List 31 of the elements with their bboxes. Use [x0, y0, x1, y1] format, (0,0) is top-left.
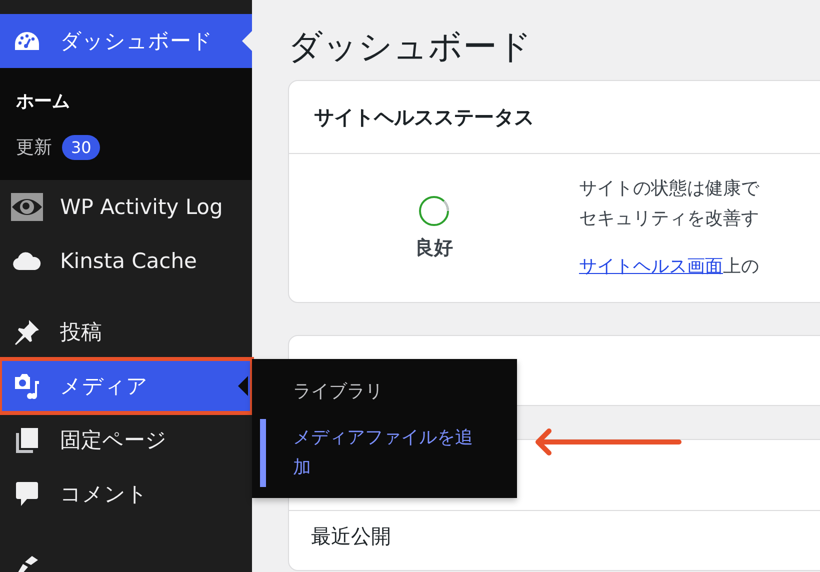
submenu-label: 更新 — [16, 136, 52, 159]
site-health-link[interactable]: サイトヘルス画面 — [579, 256, 723, 277]
card-title: サイトヘルスステータス — [314, 104, 534, 130]
sidebar-menu-item[interactable]: メディア — [0, 359, 252, 413]
pin-icon — [14, 319, 40, 345]
gauge-icon — [14, 31, 40, 51]
page-title: ダッシュボード — [288, 26, 533, 69]
sidebar-menu-item[interactable]: ダッシュボード — [0, 14, 252, 68]
submenu-label: ホーム — [16, 90, 70, 113]
sidebar-menu-item[interactable]: WP Activity Log — [0, 180, 252, 234]
health-ring-icon — [418, 195, 450, 227]
cloud-icon — [13, 252, 41, 270]
section-label: 最近公開 — [310, 523, 392, 550]
comment-icon — [15, 481, 39, 507]
sidebar-menu-item[interactable]: Kinsta Cache — [0, 234, 252, 288]
sidebar-menu-item[interactable]: 投稿 — [0, 305, 252, 359]
link-suffix-text: 上の — [723, 256, 759, 277]
health-status-label: 良好 — [415, 236, 453, 261]
submenu-item[interactable]: 更新 30 — [0, 124, 252, 170]
health-description: サイトの状態は健康で — [579, 177, 759, 201]
camera-music-icon — [13, 372, 41, 400]
flyout-menu-item[interactable]: メディアファイルを追加 — [260, 419, 503, 487]
eye-icon — [11, 193, 43, 221]
flyout-menu-item[interactable]: ライブラリ — [260, 373, 517, 411]
health-description: セキュリティを改善す — [579, 207, 759, 231]
submenu-item[interactable]: ホーム — [0, 78, 252, 124]
update-count-badge: 30 — [62, 134, 100, 160]
sidebar-menu-item[interactable]: 固定ページ — [0, 413, 252, 467]
pages-icon — [15, 427, 39, 453]
menu-pointer-icon — [242, 31, 252, 51]
sidebar-menu-item[interactable]: コメント — [0, 467, 252, 521]
